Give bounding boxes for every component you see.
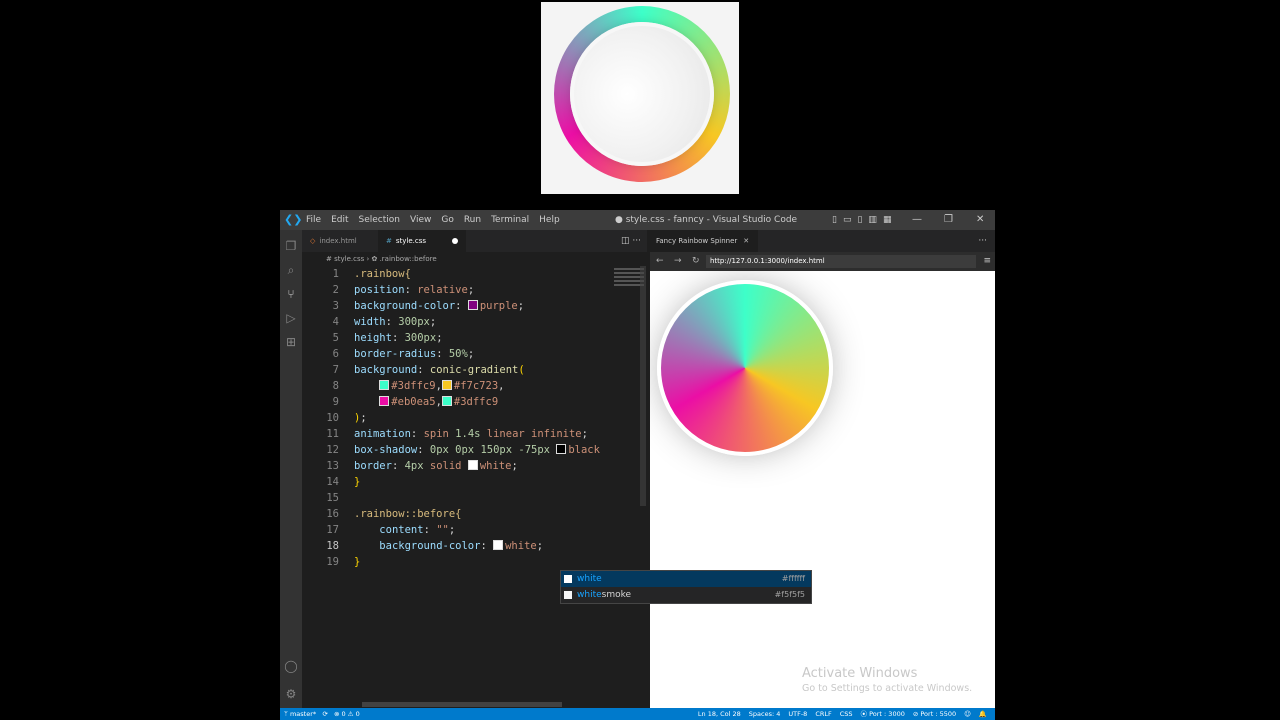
spinner-inner-circle (570, 22, 714, 166)
editor-actions[interactable]: ◫ ··· (621, 230, 641, 252)
toggle-secondary-sidebar-icon[interactable]: ▯ (857, 210, 862, 230)
run-debug-icon[interactable]: ▷ (283, 310, 299, 326)
git-branch[interactable]: ᛘ master* (284, 710, 316, 718)
search-icon[interactable]: ⌕ (283, 262, 299, 278)
customize-layout-icon[interactable]: ▦ (883, 210, 892, 230)
color-swatch-icon[interactable] (493, 540, 504, 550)
minimize-button[interactable]: — (912, 210, 922, 230)
unsaved-dot-icon[interactable] (452, 238, 459, 244)
browser-tab[interactable]: Fancy Rainbow Spinner ✕ (650, 230, 758, 252)
editor-tabs: ◇ index.html # style.css ◫ ··· (302, 230, 647, 252)
activate-windows-watermark: Activate Windows Go to Settings to activ… (802, 666, 973, 694)
color-swatch-icon[interactable] (441, 396, 452, 406)
feedback-icon[interactable]: ☺ (964, 708, 971, 720)
menu-go[interactable]: Go (441, 210, 453, 230)
autocomplete-suggestions: white #ffffff whitesmoke #f5f5f5 (560, 570, 812, 604)
more-actions-icon[interactable]: ··· (978, 230, 987, 252)
suggestion-whitesmoke[interactable]: whitesmoke #f5f5f5 (561, 587, 811, 603)
browser-content: Activate Windows Go to Settings to activ… (650, 271, 995, 708)
layout-controls: ▯ ▭ ▯ ▥ ▦ (832, 210, 891, 230)
forward-icon[interactable]: → (674, 252, 682, 271)
html-file-icon: ◇ (310, 237, 316, 245)
browser-preview-pane: Fancy Rainbow Spinner ✕ ··· ← → ↻ http://… (650, 230, 995, 708)
color-swatch-icon[interactable] (467, 460, 478, 470)
menu-selection[interactable]: Selection (359, 210, 400, 230)
close-window-button[interactable]: ✕ (976, 210, 984, 230)
menu-terminal[interactable]: Terminal (491, 210, 529, 230)
menu-run[interactable]: Run (464, 210, 481, 230)
vscode-window: ❮❯ File Edit Selection View Go Run Termi… (280, 210, 995, 720)
browser-navigation-bar: ← → ↻ http://127.0.0.1:3000/index.html ≡ (650, 252, 995, 271)
toggle-panel-icon[interactable]: ▭ (843, 210, 852, 230)
toggle-sidebar-icon[interactable]: ▯ (832, 210, 837, 230)
status-bar: ᛘ master* ⟳ ⊗ 0 ⚠ 0 Ln 18, Col 28 Spaces… (280, 708, 995, 720)
menu-view[interactable]: View (410, 210, 431, 230)
color-swatch-icon[interactable] (467, 300, 478, 310)
suggestion-white[interactable]: white #ffffff (561, 571, 811, 587)
extensions-icon[interactable]: ⊞ (283, 334, 299, 350)
indentation[interactable]: Spaces: 4 (749, 708, 781, 720)
settings-gear-icon[interactable]: ⚙ (283, 686, 299, 702)
notifications-icon[interactable]: 🔔 (979, 708, 987, 720)
source-control-icon[interactable]: ⑂ (283, 286, 299, 302)
browser-menu-icon[interactable]: ≡ (983, 252, 991, 271)
tab-index-html[interactable]: ◇ index.html (302, 230, 384, 252)
browser-tabs: Fancy Rainbow Spinner ✕ ··· (650, 230, 995, 252)
menu-help[interactable]: Help (539, 210, 560, 230)
activity-bar: ❐ ⌕ ⑂ ▷ ⊞ ◯ ⚙ (280, 230, 302, 708)
suggestion-hex: #f5f5f5 (774, 590, 805, 599)
split-layout-icon[interactable]: ▥ (868, 210, 877, 230)
editor-pane: ◇ index.html # style.css ◫ ··· # style.css… (302, 230, 812, 708)
color-swatch-icon[interactable] (379, 396, 390, 406)
suggestion-hex: #ffffff (781, 574, 805, 583)
breadcrumb[interactable]: # style.css › ✿ .rainbow::before (302, 252, 647, 266)
vscode-logo-icon: ❮❯ (284, 213, 303, 226)
url-bar[interactable]: http://127.0.0.1:3000/index.html (706, 255, 976, 268)
color-swatch-icon (564, 591, 572, 599)
menu-edit[interactable]: Edit (331, 210, 348, 230)
restore-button[interactable]: ❐ (944, 210, 953, 230)
tab-label: index.html (319, 237, 357, 245)
back-icon[interactable]: ← (656, 252, 664, 271)
color-swatch-icon[interactable] (379, 380, 390, 390)
color-swatch-icon[interactable] (556, 444, 567, 454)
vertical-scrollbar[interactable] (640, 266, 646, 506)
rendered-spinner-preview (541, 2, 739, 194)
close-tab-icon[interactable]: ✕ (743, 237, 749, 245)
title-bar: ❮❯ File Edit Selection View Go Run Termi… (280, 210, 995, 230)
color-swatch-icon (564, 575, 572, 583)
line-endings[interactable]: CRLF (815, 708, 831, 720)
account-icon[interactable]: ◯ (283, 658, 299, 674)
tab-style-css[interactable]: # style.css (378, 230, 466, 252)
port-3000[interactable]: ⦿ Port : 3000 (861, 708, 905, 720)
language-mode[interactable]: CSS (840, 708, 853, 720)
port-5500[interactable]: ⊘ Port : 5500 (913, 708, 956, 720)
problems-count[interactable]: ⊗ 0 ⚠ 0 (334, 710, 360, 718)
encoding[interactable]: UTF-8 (788, 708, 807, 720)
horizontal-scrollbar[interactable] (362, 702, 562, 707)
window-title: ● style.css - fanncy - Visual Studio Cod… (615, 215, 798, 225)
files-icon[interactable]: ❐ (283, 238, 299, 254)
css-file-icon: # (386, 237, 392, 245)
reload-icon[interactable]: ↻ (692, 252, 700, 271)
menu-file[interactable]: File (306, 210, 321, 230)
cursor-position[interactable]: Ln 18, Col 28 (698, 708, 741, 720)
rainbow-spinner (657, 280, 833, 456)
color-swatch-icon[interactable] (441, 380, 452, 390)
code-editor[interactable]: 1 .rainbow{ 2 position: relative; 3 backgro… (302, 266, 647, 586)
menu-bar: File Edit Selection View Go Run Terminal… (306, 210, 570, 230)
browser-tab-title: Fancy Rainbow Spinner (656, 237, 738, 245)
sync-icon[interactable]: ⟳ (322, 710, 327, 718)
tab-label: style.css (395, 237, 427, 245)
